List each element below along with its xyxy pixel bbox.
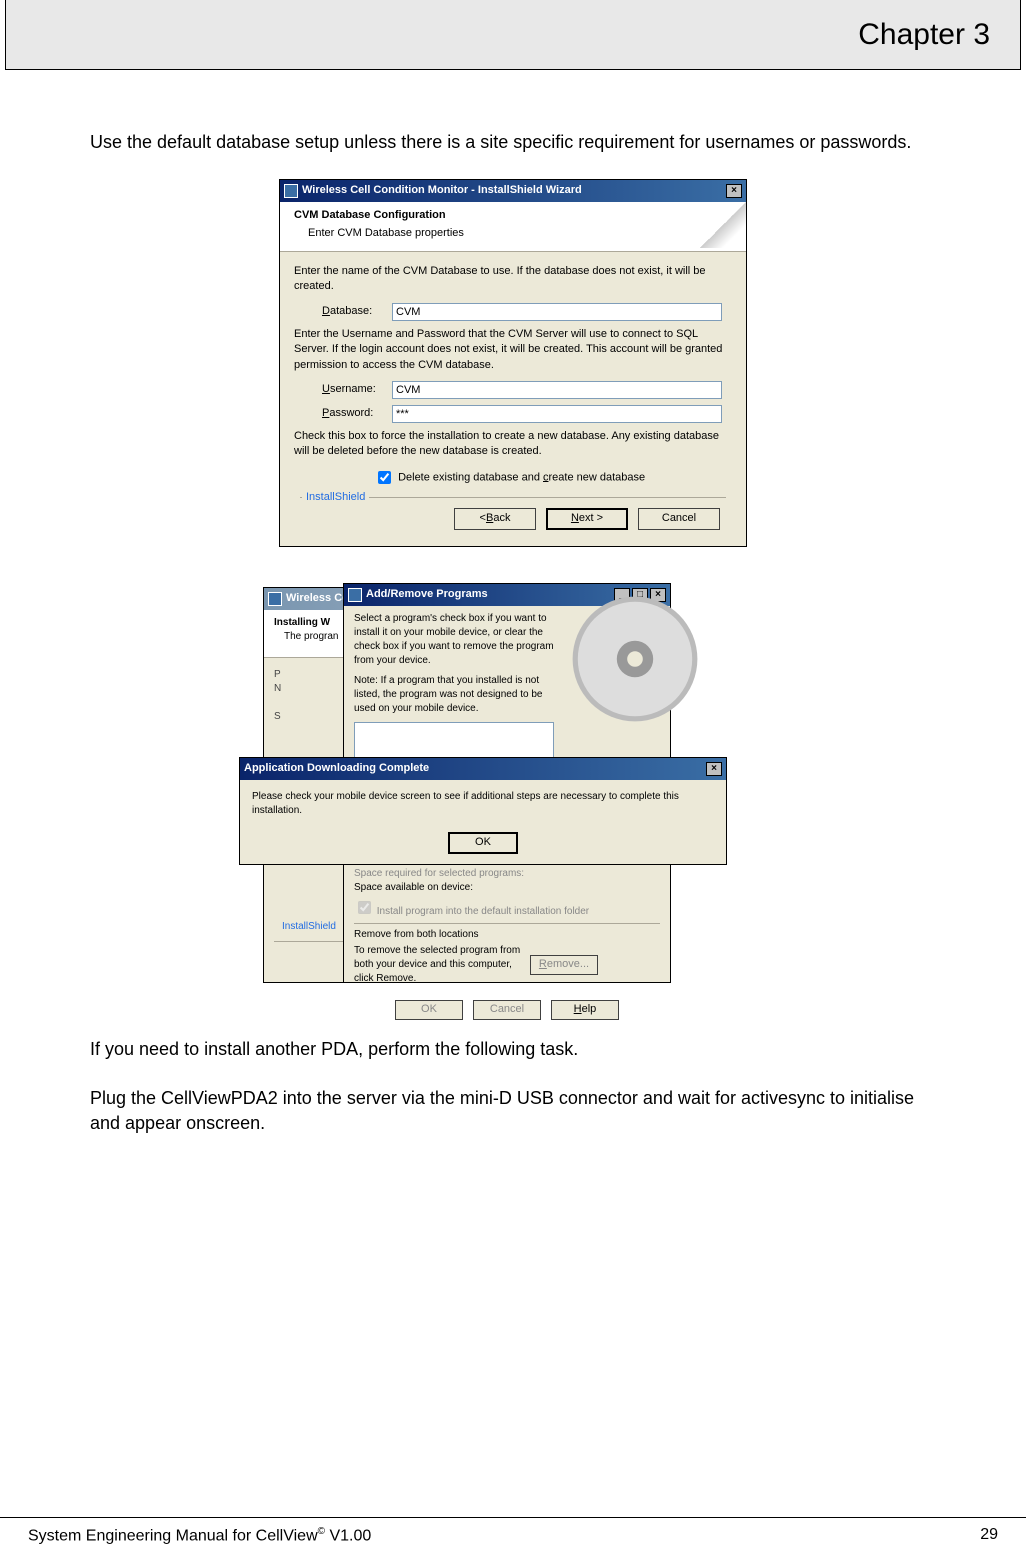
wizard-title-frag: Wireless Ce bbox=[286, 591, 348, 606]
dialog1-text3: Check this box to force the installation… bbox=[294, 429, 732, 460]
dialog1-text2: Enter the Username and Password that the… bbox=[294, 327, 732, 373]
arp-space-req: Space required for selected programs: bbox=[354, 867, 660, 881]
footer-doc-title: System Engineering Manual for CellView© … bbox=[28, 1526, 371, 1545]
page-footer: System Engineering Manual for CellView© … bbox=[0, 1517, 1026, 1545]
default-folder-label: Install program into the default install… bbox=[377, 906, 589, 917]
back-button[interactable]: < Back bbox=[454, 508, 536, 530]
next-button[interactable]: Next > bbox=[546, 508, 628, 530]
dialog-cluster: Wireless Ce Installing W The progran PNS… bbox=[263, 587, 763, 997]
footer-page-number: 29 bbox=[980, 1526, 998, 1545]
dc-body: Please check your mobile device screen t… bbox=[240, 780, 726, 828]
arp-help-button[interactable]: Help bbox=[551, 1000, 619, 1020]
installshield-db-dialog: Wireless Cell Condition Monitor - Instal… bbox=[279, 179, 747, 547]
delete-db-checkbox[interactable] bbox=[378, 471, 391, 484]
dialog1-text1: Enter the name of the CVM Database to us… bbox=[294, 264, 732, 295]
username-field[interactable] bbox=[392, 381, 722, 399]
page-curl-decoration bbox=[700, 202, 746, 248]
password-field[interactable] bbox=[392, 405, 722, 423]
dc-title: Application Downloading Complete bbox=[244, 761, 429, 776]
username-label: Username: bbox=[322, 382, 392, 397]
dc-ok-button[interactable]: OK bbox=[448, 832, 518, 854]
cd-graphic bbox=[570, 594, 700, 724]
close-icon[interactable]: × bbox=[726, 184, 742, 198]
arp-text2: Note: If a program that you installed is… bbox=[354, 674, 564, 716]
default-folder-checkbox bbox=[358, 901, 371, 914]
dialog1-head-sub: Enter CVM Database properties bbox=[308, 226, 732, 241]
remove-button: Remove... bbox=[530, 955, 598, 975]
remove-text: To remove the selected program from both… bbox=[354, 944, 524, 986]
paragraph-1: Use the default database setup unless th… bbox=[90, 130, 936, 155]
app-icon bbox=[268, 592, 282, 606]
cancel-button[interactable]: Cancel bbox=[638, 508, 720, 530]
dc-titlebar: Application Downloading Complete × bbox=[240, 758, 726, 780]
dialog1-titlebar: Wireless Cell Condition Monitor - Instal… bbox=[280, 180, 746, 202]
dialog1-title: Wireless Cell Condition Monitor - Instal… bbox=[302, 183, 582, 198]
arp-text1: Select a program's check box if you want… bbox=[354, 612, 554, 668]
password-label: Password: bbox=[322, 406, 392, 421]
installshield-legend: InstallShield bbox=[302, 490, 369, 505]
paragraph-2: If you need to install another PDA, perf… bbox=[90, 1037, 936, 1062]
arp-ok-button: OK bbox=[395, 1000, 463, 1020]
download-complete-dialog: Application Downloading Complete × Pleas… bbox=[239, 757, 727, 865]
chapter-title: Chapter 3 bbox=[858, 18, 990, 52]
paragraph-3: Plug the CellViewPDA2 into the server vi… bbox=[90, 1086, 936, 1136]
arp-icon bbox=[348, 588, 362, 602]
chapter-header: Chapter 3 bbox=[5, 0, 1021, 70]
app-icon bbox=[284, 184, 298, 198]
arp-title: Add/Remove Programs bbox=[366, 587, 488, 602]
database-label: Database: bbox=[322, 304, 392, 319]
arp-space-avail: Space available on device: bbox=[354, 881, 660, 895]
arp-cancel-button: Cancel bbox=[473, 1000, 541, 1020]
database-field[interactable] bbox=[392, 303, 722, 321]
dialog1-header: CVM Database Configuration Enter CVM Dat… bbox=[280, 202, 746, 252]
dialog1-head-title: CVM Database Configuration bbox=[294, 208, 732, 223]
delete-db-label: Delete existing database and create new … bbox=[398, 471, 645, 483]
remove-group-label: Remove from both locations bbox=[354, 928, 660, 942]
close-icon[interactable]: × bbox=[706, 762, 722, 776]
installshield-legend-2: InstallShield bbox=[278, 920, 340, 934]
